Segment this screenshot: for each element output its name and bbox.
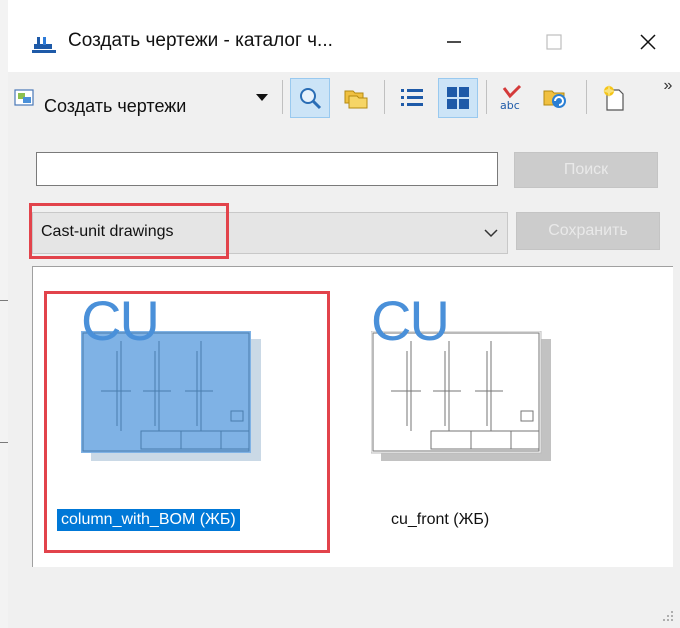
toolbar-overflow-button[interactable]: » (658, 74, 678, 98)
save-button[interactable]: Сохранить (516, 212, 660, 250)
thumbnail-view-button[interactable] (438, 78, 478, 118)
status-bar (8, 588, 680, 628)
toolbar: Создать чертежи abc » (8, 72, 680, 124)
search-input[interactable] (36, 152, 498, 186)
drawing-catalog-window: Создать чертежи - каталог ч... Создать ч… (8, 0, 680, 628)
close-icon (640, 34, 656, 50)
gallery-item[interactable]: CU cu_front (ЖБ) (345, 267, 645, 567)
list-view-icon (401, 89, 423, 106)
thumbnail-view-icon (447, 87, 469, 109)
minimize-button[interactable] (426, 22, 482, 62)
refresh-icon (543, 90, 566, 108)
folders-icon (344, 90, 368, 109)
resize-grip-icon[interactable] (660, 608, 674, 622)
maximize-icon (546, 34, 562, 50)
drawing-icon (14, 89, 34, 106)
new-button[interactable] (594, 78, 634, 118)
spellcheck-button[interactable]: abc (492, 78, 532, 118)
edge-mark (0, 442, 8, 443)
search-button[interactable]: Поиск (514, 152, 658, 188)
chevron-down-icon (484, 229, 498, 238)
toolbar-separator (282, 80, 283, 114)
cu-badge: CU (371, 289, 450, 352)
minimize-icon (447, 41, 461, 43)
dropdown-arrow-icon (256, 94, 268, 101)
maximize-button[interactable] (526, 22, 582, 62)
window-title: Создать чертежи - каталог ч... (68, 30, 333, 51)
drawing-gallery: CU column_with_BOM (ЖБ) CU cu_front (ЖБ) (32, 266, 673, 567)
list-view-button[interactable] (392, 78, 432, 118)
edge-mark (0, 300, 8, 301)
toolbar-separator (586, 80, 587, 114)
refresh-button[interactable] (536, 78, 576, 118)
title-bar: Создать чертежи - каталог ч... (8, 0, 680, 72)
search-icon (300, 88, 322, 110)
create-drawings-label: Создать чертежи (44, 96, 187, 116)
svg-text:abc: abc (500, 99, 520, 112)
highlight-box (44, 291, 330, 553)
spellcheck-icon: abc (500, 84, 522, 112)
search-tool-button[interactable] (290, 78, 330, 118)
toolbar-separator (384, 80, 385, 114)
toolbar-separator (486, 80, 487, 114)
close-button[interactable] (620, 22, 676, 62)
folders-tool-button[interactable] (336, 78, 376, 118)
highlight-box (29, 203, 229, 259)
new-icon (603, 84, 624, 111)
drawing-name: cu_front (ЖБ) (391, 511, 490, 528)
app-icon (32, 37, 56, 53)
create-drawings-button[interactable]: Создать чертежи (10, 80, 278, 116)
gallery-item[interactable]: CU column_with_BOM (ЖБ) (33, 267, 333, 567)
